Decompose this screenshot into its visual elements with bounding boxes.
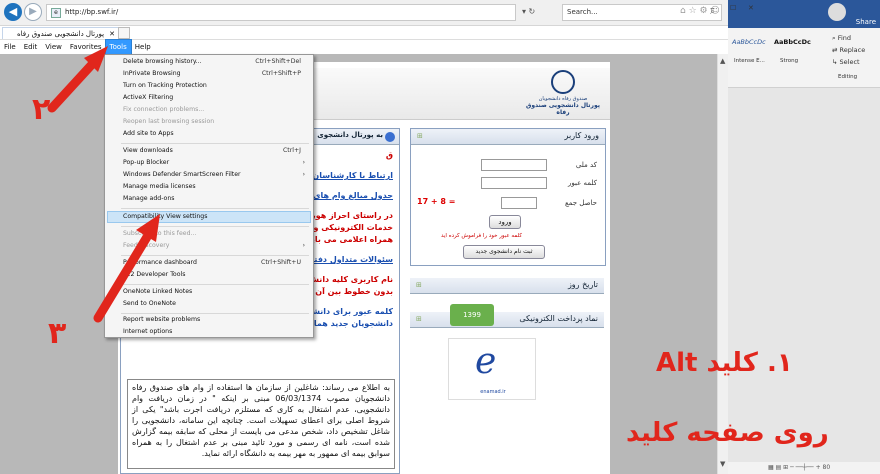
step1-line2: روی صفحه کلید: [626, 418, 829, 448]
arrow-compat-shaft: [93, 227, 155, 323]
annotation-arrows: [47, 46, 160, 323]
screenshot-root: ◀ ▶ e http://bp.swf.ir/ ▾ ↻ Search... ⌕ ⌂ …: [0, 0, 880, 474]
step-number-2: ٢: [32, 92, 51, 127]
step-number-3: ٣: [48, 316, 67, 351]
step1-line1: ١. کلید Alt: [656, 348, 793, 378]
arrow-tools-shaft: [47, 55, 101, 113]
